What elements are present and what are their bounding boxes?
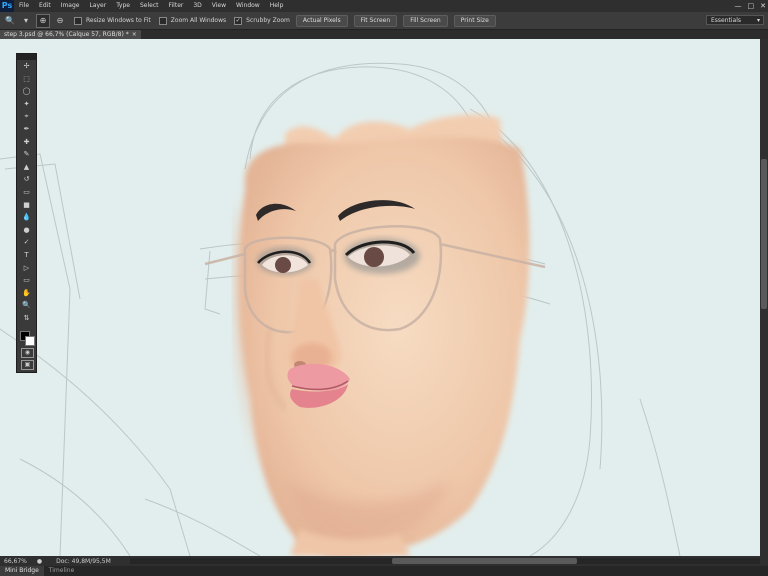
vertical-scroll-thumb[interactable] [761,159,767,309]
options-bar: 🔍 ▾ ⊕ ⊖ Resize Windows to Fit Zoom All W… [0,12,768,30]
actual-pixels-button[interactable]: Actual Pixels [295,14,348,27]
zoom-out-icon[interactable]: ⊖ [54,15,66,27]
hand-tool-icon[interactable]: ✋ [17,287,36,300]
checkmark-icon[interactable]: ✓ [234,16,243,25]
workspace-label: Essentials [711,17,742,24]
resize-windows-label: Resize Windows to Fit [86,17,151,24]
horizontal-scroll-thumb[interactable] [392,558,577,564]
checkbox-box[interactable] [74,16,82,25]
doc-size: Doc: 49,8M/95,5M [56,557,111,565]
maximize-icon[interactable]: □ [748,2,755,10]
marquee-tool-icon[interactable]: ⬚ [17,73,36,86]
document-tab-bar: step 3.psd @ 66,7% (Calque 57, RGB/8) * … [0,30,768,39]
minimize-icon[interactable]: — [735,2,742,10]
close-tab-icon[interactable]: × [132,30,137,39]
chevron-down-icon: ▾ [756,17,760,24]
eyedropper-tool-icon[interactable]: ✒ [17,123,36,136]
eraser-tool-icon[interactable]: ▭ [17,186,36,199]
zoom-level[interactable]: 66,67% [4,558,27,565]
path-select-icon[interactable]: ▷ [17,262,36,275]
print-size-button[interactable]: Print Size [453,14,496,27]
scrubby-zoom-label: Scrubby Zoom [246,17,290,24]
document-tab-title: step 3.psd @ 66,7% (Calque 57, RGB/8) * [4,31,129,38]
window-controls: — □ ✕ [735,0,767,12]
shape-tool-icon[interactable]: ▭ [17,274,36,287]
scrubby-zoom-checkbox[interactable]: ✓ Scrubby Zoom [234,16,290,25]
menu-filter[interactable]: Filter [164,0,189,12]
screen-mode-icon[interactable]: ▣ [21,360,34,370]
document-canvas[interactable] [0,39,768,556]
bottom-panel-tabs: Mini Bridge Timeline [0,566,768,576]
artwork [0,62,681,556]
menu-image[interactable]: Image [56,0,85,12]
fill-screen-button[interactable]: Fill Screen [403,14,448,27]
horizontal-scrollbar[interactable] [130,558,760,564]
quick-mask-icon[interactable]: ◉ [21,348,34,358]
zoom-all-windows-checkbox[interactable]: Zoom All Windows [158,16,227,25]
menu-help[interactable]: Help [265,0,289,12]
menu-layer[interactable]: Layer [84,0,111,12]
type-tool-icon[interactable]: T [17,249,36,262]
close-icon[interactable]: ✕ [760,2,766,10]
tool-preset-dropdown-icon[interactable]: ▾ [20,15,32,27]
healing-brush-icon[interactable]: ✚ [17,136,36,149]
resize-windows-checkbox[interactable]: Resize Windows to Fit [74,16,151,25]
quick-select-tool-icon[interactable]: ✦ [17,98,36,111]
menu-file[interactable]: File [14,0,34,12]
vertical-scrollbar[interactable] [760,39,768,556]
crop-tool-icon[interactable]: ⌖ [17,110,36,123]
checkbox-box[interactable] [158,16,167,25]
status-info-icon[interactable]: ● [37,558,42,565]
document-tab[interactable]: step 3.psd @ 66,7% (Calque 57, RGB/8) * … [0,30,141,39]
zoom-all-label: Zoom All Windows [170,17,227,24]
pen-tool-icon[interactable]: ✓ [17,236,36,249]
brush-tool-icon[interactable]: ✎ [17,148,36,161]
lasso-tool-icon[interactable]: ◯ [17,85,36,98]
clone-stamp-icon[interactable]: ▲ [17,161,36,174]
workspace-switcher[interactable]: Essentials ▾ [706,15,764,25]
move-tool-icon[interactable]: ✢ [17,60,36,73]
fit-screen-button[interactable]: Fit Screen [353,14,398,27]
dodge-tool-icon[interactable]: ● [17,224,36,237]
photoshop-logo: Ps [0,0,14,12]
tools-panel: ✢ ⬚ ◯ ✦ ⌖ ✒ ✚ ✎ ▲ ↺ ▭ ■ 💧 ● ✓ T ▷ ▭ ✋ 🔍 … [16,53,37,373]
menu-view[interactable]: View [207,0,231,12]
menu-bar: Ps File Edit Image Layer Type Select Fil… [0,0,768,12]
menu-edit[interactable]: Edit [34,0,56,12]
tab-mini-bridge[interactable]: Mini Bridge [0,566,44,576]
background-color-swatch[interactable] [25,336,35,346]
zoom-tool-icon[interactable]: 🔍 [4,15,16,27]
blur-tool-icon[interactable]: 💧 [17,211,36,224]
menu-window[interactable]: Window [231,0,265,12]
swap-colors-icon[interactable]: ⇅ [17,312,36,325]
zoom-in-icon[interactable]: ⊕ [36,13,50,28]
menu-type[interactable]: Type [111,0,135,12]
history-brush-icon[interactable]: ↺ [17,173,36,186]
gradient-tool-icon[interactable]: ■ [17,199,36,212]
zoom-tool-icon[interactable]: 🔍 [17,299,36,312]
tab-timeline[interactable]: Timeline [44,566,80,576]
menu-3d[interactable]: 3D [188,0,206,12]
menu-select[interactable]: Select [135,0,164,12]
